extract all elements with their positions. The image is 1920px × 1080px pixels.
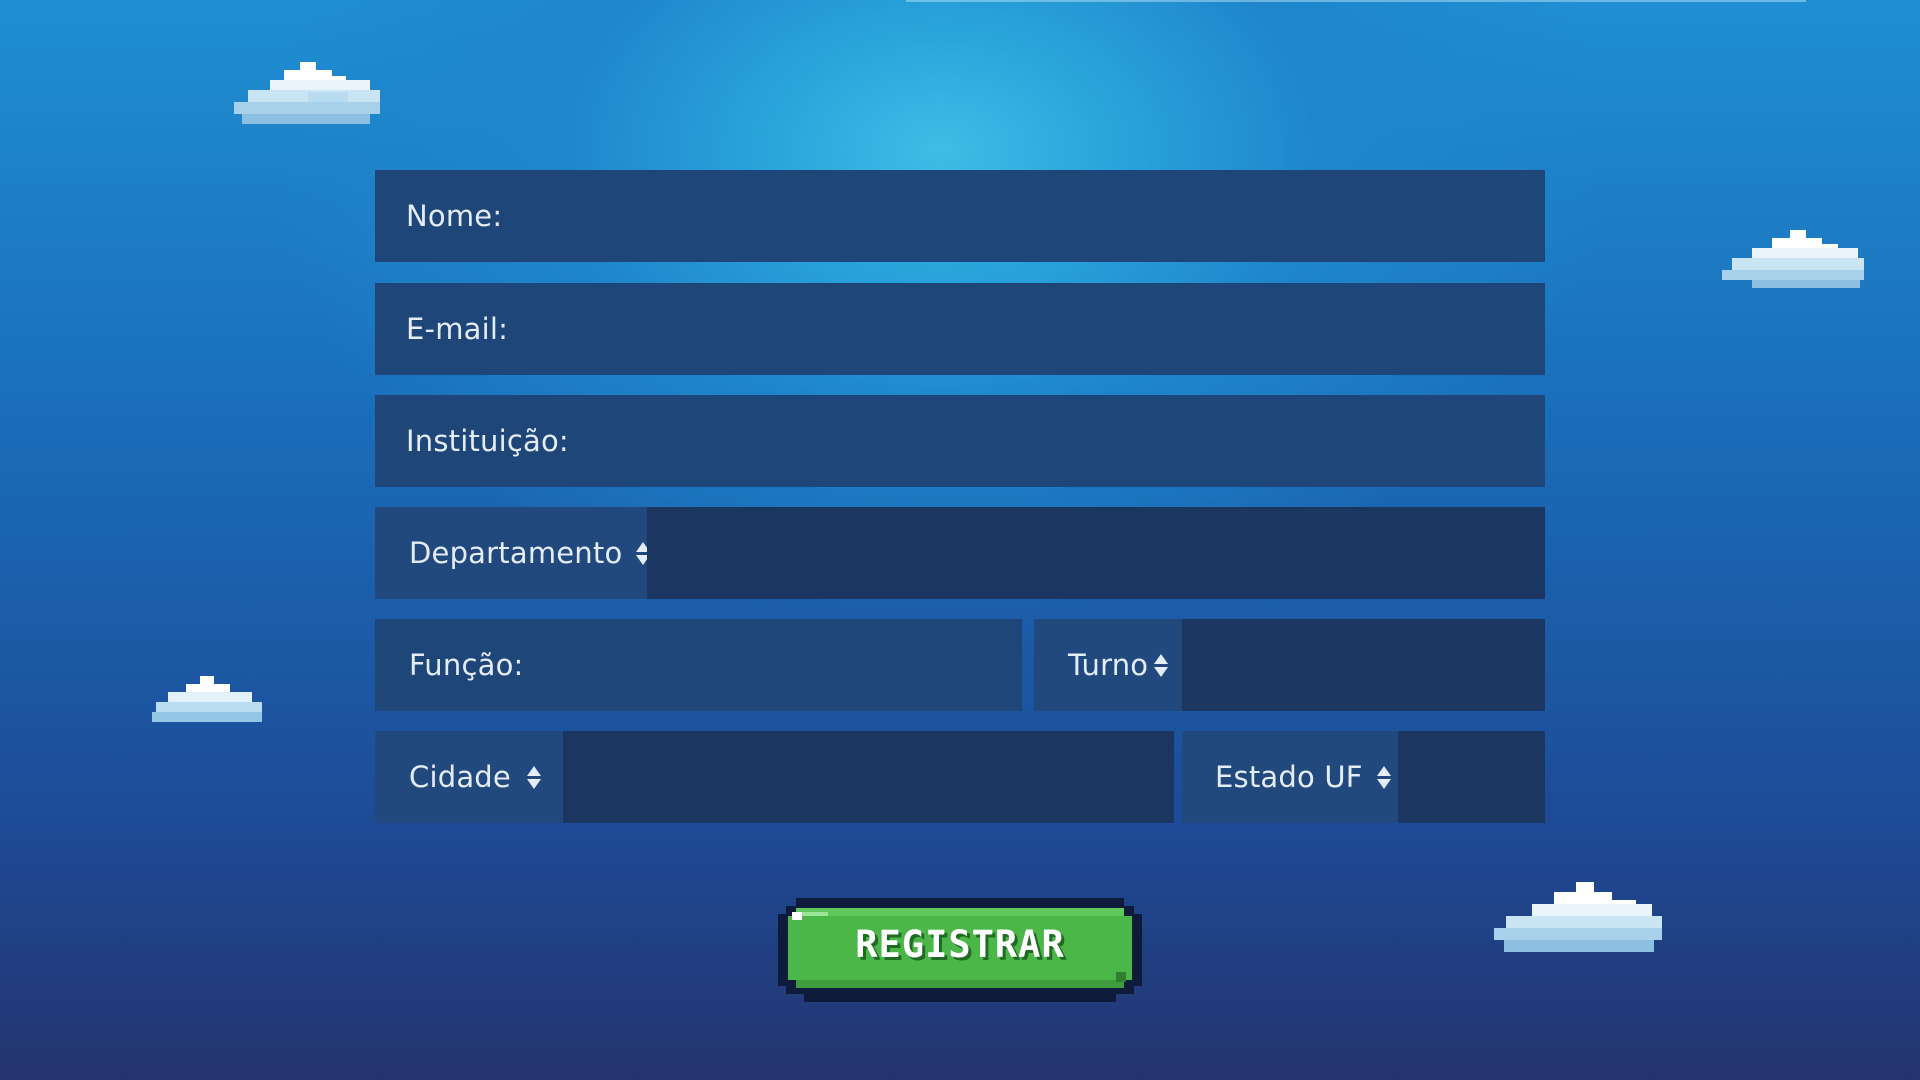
- email-label: E-mail:: [406, 312, 509, 346]
- register-button[interactable]: REGISTRAR: [778, 898, 1142, 1002]
- departamento-label-wrap: Departamento: [375, 536, 651, 570]
- cloud-icon: [1722, 230, 1864, 288]
- nome-input[interactable]: [502, 169, 1545, 263]
- departamento-value[interactable]: [647, 507, 1545, 599]
- instituicao-label: Instituição:: [406, 424, 569, 458]
- instituicao-field[interactable]: Instituição:: [375, 394, 1545, 488]
- email-input[interactable]: [508, 282, 1545, 376]
- turno-select[interactable]: Turno: [1034, 619, 1545, 711]
- register-button-label: REGISTRAR: [855, 922, 1065, 966]
- cidade-label-wrap: Cidade: [375, 760, 541, 794]
- departamento-label: Departamento: [409, 536, 623, 570]
- departamento-select[interactable]: Departamento: [375, 507, 1545, 599]
- estado-select[interactable]: Estado UF: [1182, 731, 1545, 823]
- sort-arrows-icon: [1154, 653, 1169, 677]
- sort-arrows-icon: [526, 765, 541, 789]
- email-field[interactable]: E-mail:: [375, 282, 1545, 376]
- cidade-dropdown[interactable]: Cidade: [375, 731, 563, 823]
- estado-label-wrap: Estado UF: [1182, 760, 1391, 794]
- turno-label: Turno: [1068, 648, 1149, 682]
- estado-dropdown[interactable]: Estado UF: [1182, 731, 1398, 823]
- funcao-field[interactable]: Função:: [375, 618, 1022, 712]
- estado-value[interactable]: [1398, 731, 1545, 823]
- cidade-label: Cidade: [409, 760, 511, 794]
- nome-label: Nome:: [406, 199, 503, 233]
- cloud-icon: [234, 62, 380, 124]
- sky-highlight-line: [906, 0, 1806, 2]
- cloud-icon: [152, 676, 262, 722]
- turno-label-wrap: Turno: [1034, 648, 1169, 682]
- instituicao-input[interactable]: [568, 394, 1545, 488]
- cloud-icon: [1494, 882, 1662, 952]
- funcao-label: Função:: [409, 648, 524, 682]
- departamento-dropdown[interactable]: Departamento: [375, 507, 651, 599]
- sort-arrows-icon: [1376, 765, 1391, 789]
- estado-label: Estado UF: [1215, 760, 1363, 794]
- funcao-input[interactable]: [523, 618, 1022, 712]
- turno-value[interactable]: [1182, 619, 1545, 711]
- nome-field[interactable]: Nome:: [375, 169, 1545, 263]
- turno-dropdown[interactable]: Turno: [1034, 619, 1182, 711]
- cidade-select[interactable]: Cidade: [375, 731, 1174, 823]
- cidade-value[interactable]: [563, 731, 1174, 823]
